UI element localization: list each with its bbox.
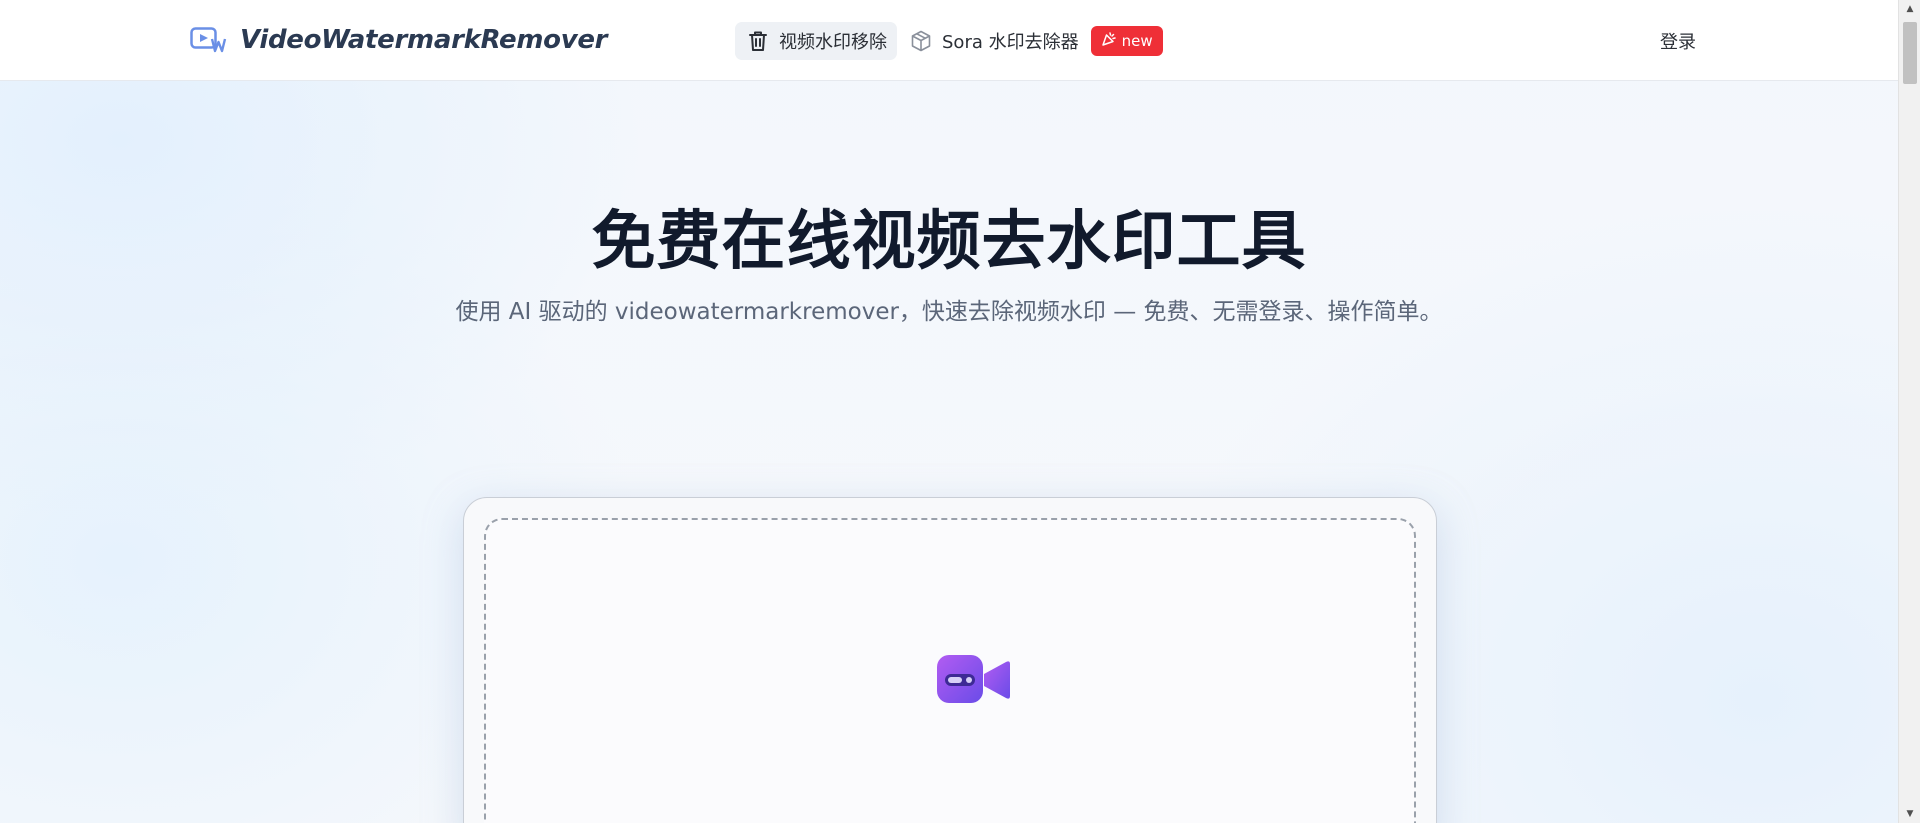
scroll-up-arrow-icon[interactable]: ▲ [1899,0,1920,18]
brand-logo-icon [190,26,230,54]
badge-label: new [1121,32,1153,50]
brand[interactable]: VideoWatermarkRemover [190,22,608,58]
nav-label: 视频水印移除 [779,32,887,53]
video-drop-zone[interactable] [484,518,1416,823]
brand-name: VideoWatermarkRemover [240,25,608,55]
page-subtitle: 使用 AI 驱动的 videowatermarkremover，快速去除视频水印… [455,299,1443,325]
scroll-down-arrow-icon[interactable]: ▼ [1899,805,1920,823]
video-camera-icon [936,652,1012,708]
trash-icon [745,28,771,54]
page-title: 免费在线视频去水印工具 [591,205,1307,279]
login-link[interactable]: 登录 [1660,28,1696,54]
cube-icon [908,28,934,54]
scroll-thumb[interactable] [1903,22,1917,84]
party-popper-icon [1101,31,1117,51]
top-navbar: VideoWatermarkRemover 视频水印移除 Sora 水印去除器 … [0,0,1898,81]
vertical-scrollbar[interactable]: ▲ ▼ [1898,0,1920,823]
nav-sora-watermark-remover[interactable]: Sora 水印去除器 new [898,22,1173,60]
new-badge: new [1090,26,1163,56]
nav-video-watermark-remover[interactable]: 视频水印移除 [735,22,897,60]
nav-label: Sora 水印去除器 [942,32,1079,53]
upload-card [463,497,1437,823]
